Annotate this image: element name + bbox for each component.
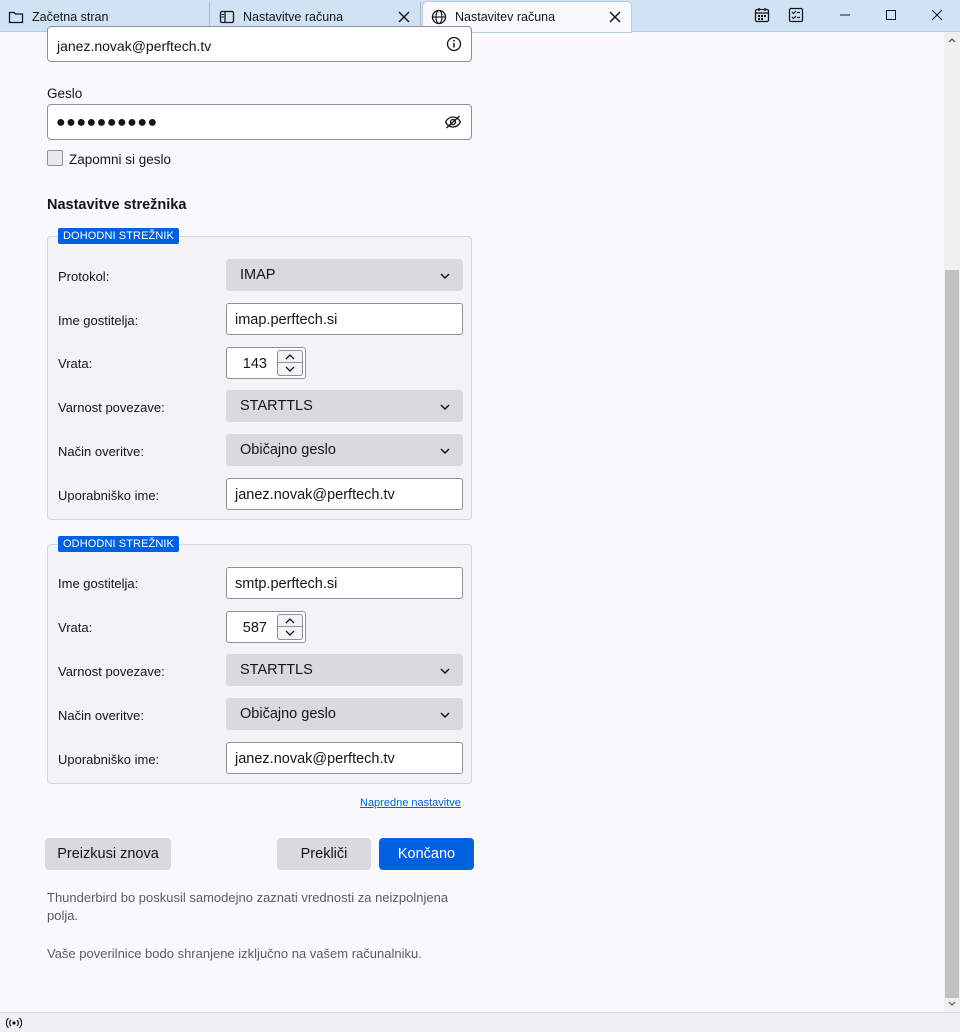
select-value: Običajno geslo [240,706,336,722]
incoming-protocol-select[interactable]: IMAP [226,259,463,291]
incoming-security-select[interactable]: STARTTLS [226,390,463,422]
autodetect-note: Thunderbird bo poskusil samodejno zaznat… [47,890,449,923]
username-label: Uporabniško ime: [58,488,160,503]
outgoing-hostname-input[interactable]: smtp.perftech.si [226,567,463,599]
maximize-button[interactable] [868,0,914,32]
incoming-auth-select[interactable]: Običajno geslo [226,434,463,466]
input-value: 587 [242,620,267,636]
remember-password-label: Zapomni si geslo [69,152,172,167]
scroll-down-arrow-icon[interactable] [944,996,960,1012]
close-window-button[interactable] [914,0,960,32]
password-field[interactable]: ●●●●●●●●●● [47,104,472,140]
hostname-label: Ime gostitelja: [58,313,139,328]
select-value: STARTTLS [240,398,313,414]
password-label: Geslo [47,86,83,101]
input-value: imap.perftech.si [235,312,338,328]
spin-down-button[interactable] [277,627,303,640]
spin-up-button[interactable] [277,614,303,627]
advanced-settings-link[interactable]: Napredne nastavitve [360,797,461,809]
outgoing-port-stepper[interactable]: 587 [226,611,306,643]
chevron-down-icon [439,708,451,724]
eye-hidden-icon[interactable] [444,114,462,133]
outgoing-server-legend: ODHODNI STREŽNIK [58,536,179,552]
port-label: Vrata: [58,620,93,635]
incoming-username-input[interactable]: janez.novak@perftech.tv [226,478,463,510]
chevron-down-icon [439,444,451,460]
minimize-button[interactable] [822,0,868,32]
tab-label: Nastavitev računa [455,10,556,24]
status-bar [0,1012,960,1032]
close-icon[interactable] [607,9,623,25]
incoming-hostname-input[interactable]: imap.perftech.si [226,303,463,335]
security-label: Varnost povezave: [58,400,165,415]
online-status-icon[interactable] [6,1017,22,1029]
password-value: ●●●●●●●●●● [56,114,158,131]
credentials-note: Vaše poverilnice bodo shranjene izključn… [47,946,422,961]
username-label: Uporabniško ime: [58,752,160,767]
chevron-down-icon [285,366,295,372]
auth-label: Način overitve: [58,444,144,459]
tasks-button[interactable] [773,0,819,32]
folder-icon [8,9,24,25]
scroll-up-arrow-icon[interactable] [944,32,960,48]
select-value: IMAP [240,267,276,283]
calendar-icon [754,7,770,26]
protocol-label: Protokol: [58,269,110,284]
info-icon[interactable] [446,36,462,55]
port-label: Vrata: [58,356,93,371]
security-label: Varnost povezave: [58,664,165,679]
chevron-up-icon [285,617,295,623]
outgoing-auth-select[interactable]: Običajno geslo [226,698,463,730]
chevron-down-icon [439,269,451,285]
vertical-scrollbar[interactable] [944,32,960,1012]
tab-label: Nastavitve računa [243,10,344,24]
incoming-server-fieldset: DOHODNI STREŽNIK Protokol: IMAP Ime gost… [47,228,472,520]
remember-password-checkbox[interactable] [47,150,63,166]
input-value: janez.novak@perftech.tv [235,751,395,767]
spin-down-button[interactable] [277,363,303,376]
chevron-down-icon [439,664,451,680]
outgoing-server-fieldset: ODHODNI STREŽNIK Ime gostitelja: smtp.pe… [47,536,472,784]
incoming-server-legend: DOHODNI STREŽNIK [58,228,179,244]
auth-label: Način overitve: [58,708,144,723]
tasks-icon [788,7,804,26]
globe-icon [431,9,447,25]
scrollbar-thumb[interactable] [945,270,959,998]
minimize-icon [839,8,851,24]
done-button[interactable]: Končano [379,838,474,870]
chevron-up-icon [285,353,295,359]
select-value: STARTTLS [240,662,313,678]
input-value: smtp.perftech.si [235,576,338,592]
cancel-button[interactable]: Prekliči [277,838,371,870]
tab-label: Začetna stran [32,10,109,24]
select-value: Običajno geslo [240,442,336,458]
incoming-port-stepper[interactable]: 143 [226,347,306,379]
spin-up-button[interactable] [277,350,303,363]
maximize-icon [885,8,897,24]
email-field[interactable]: janez.novak@perftech.tv [47,26,472,62]
settings-page-icon [219,9,235,25]
outgoing-username-input[interactable]: janez.novak@perftech.tv [226,742,463,774]
chevron-down-icon [285,630,295,636]
retest-button[interactable]: Preizkusi znova [45,838,171,870]
close-icon [931,8,943,24]
hostname-label: Ime gostitelja: [58,576,139,591]
input-value: 143 [242,356,267,372]
outgoing-security-select[interactable]: STARTTLS [226,654,463,686]
server-settings-title: Nastavitve strežnika [47,197,187,213]
close-icon[interactable] [396,9,412,25]
chevron-down-icon [439,400,451,416]
input-value: janez.novak@perftech.tv [235,487,395,503]
email-value: janez.novak@perftech.tv [57,38,212,54]
